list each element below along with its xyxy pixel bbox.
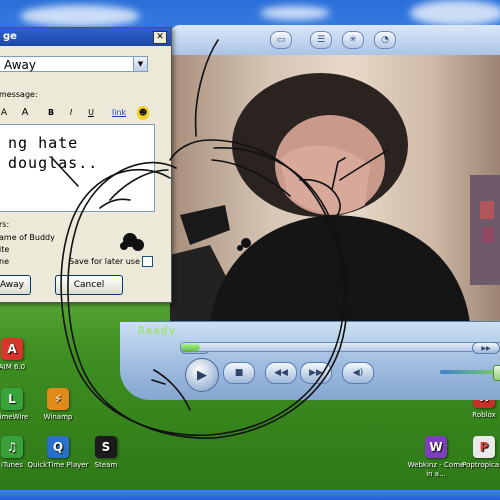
desktop-icon-poptropica[interactable]: P Poptropica... xyxy=(452,436,500,470)
itunes-icon: ♫ xyxy=(1,436,23,458)
font-size-larger-icon[interactable]: A xyxy=(19,106,31,120)
smiley-icon[interactable]: ☻ xyxy=(137,106,149,120)
desktop-icon-aim[interactable]: A AIM 6.0 xyxy=(0,338,44,372)
folder-icon[interactable]: ▭ xyxy=(270,31,292,49)
message-label: message: xyxy=(0,90,38,99)
volume-slider[interactable] xyxy=(440,365,500,381)
media-player-window: ▭ ☰ ✳ ◔ Ready ◀◀ ▶▶ xyxy=(120,25,500,400)
away-message-select[interactable]: Away ▼ xyxy=(0,56,148,72)
taskbar[interactable] xyxy=(0,490,500,500)
cloud-shape xyxy=(410,0,500,26)
video-area[interactable] xyxy=(170,55,500,323)
bold-button[interactable]: B xyxy=(45,106,57,120)
desktop: A AIM 6.0 L LimeWire ⚡ Winamp ♫ iTunes Q… xyxy=(0,0,500,500)
poptropica-icon: P xyxy=(473,436,495,458)
fast-forward-button[interactable]: ▶▶ xyxy=(472,342,500,354)
desktop-icon-label: Steam xyxy=(94,461,118,469)
mute-button[interactable]: ◀) xyxy=(342,362,374,384)
desktop-icon-label: Winamp xyxy=(43,413,73,421)
desktop-icon-steam[interactable]: S Steam xyxy=(74,436,138,470)
player-controls: Ready ◀◀ ▶▶ ▶ ■ ◀◀ ▶▶ ◀) xyxy=(120,321,500,400)
chevron-down-icon[interactable]: ▼ xyxy=(133,57,147,71)
away-button[interactable]: Away xyxy=(0,275,31,295)
away-message-text: ng hate douglas.. xyxy=(8,134,99,172)
dialog-title-bar[interactable]: ge ✕ xyxy=(0,28,171,46)
desktop-icon-label: AIM 6.0 xyxy=(0,363,26,371)
seek-bar[interactable] xyxy=(180,342,500,352)
cloud-shape xyxy=(20,5,140,27)
next-button[interactable]: ▶▶ xyxy=(300,362,332,384)
away-message-dialog: ge ✕ Away ▼ message: A A B I U link ☻ ng… xyxy=(0,27,172,303)
save-for-later-label: Save for later use xyxy=(69,257,140,266)
link-button[interactable]: link xyxy=(109,106,129,120)
playback-status: Ready xyxy=(138,324,177,337)
equalizer-icon[interactable]: ◔ xyxy=(374,31,396,49)
desktop-icon-winamp[interactable]: ⚡ Winamp xyxy=(26,388,90,422)
options-label: rs: xyxy=(0,220,10,229)
winamp-icon: ⚡ xyxy=(47,388,69,410)
font-size-smaller-icon[interactable]: A xyxy=(0,106,9,120)
cancel-button[interactable]: Cancel xyxy=(55,275,123,295)
close-icon[interactable]: ✕ xyxy=(153,31,167,44)
aim-icon: A xyxy=(1,338,23,360)
option-time[interactable]: ite xyxy=(0,245,9,254)
desktop-icon-label: Poptropica... xyxy=(462,461,500,469)
away-message-textarea[interactable]: ng hate douglas.. xyxy=(0,124,155,212)
underline-button[interactable]: U xyxy=(85,106,97,120)
previous-button[interactable]: ◀◀ xyxy=(265,362,297,384)
option-none[interactable]: ne xyxy=(0,257,9,266)
webkinz-icon: W xyxy=(425,436,447,458)
stop-button[interactable]: ■ xyxy=(223,362,255,384)
format-toolbar: A A B I U link ☻ xyxy=(0,106,153,122)
list-icon[interactable]: ☰ xyxy=(310,31,332,49)
play-button[interactable]: ▶ xyxy=(185,358,219,392)
away-message-select-value: Away xyxy=(4,58,36,72)
dialog-title: ge xyxy=(3,31,17,42)
italic-button[interactable]: I xyxy=(65,106,77,120)
player-toolbar: ▭ ☰ ✳ ◔ xyxy=(170,25,500,56)
quicktime-icon: Q xyxy=(47,436,69,458)
save-for-later-checkbox[interactable] xyxy=(142,256,153,267)
visualizer-icon[interactable]: ✳ xyxy=(342,31,364,49)
cloud-shape xyxy=(260,6,330,20)
option-screen-name[interactable]: ame of Buddy xyxy=(0,233,55,242)
steam-icon: S xyxy=(95,436,117,458)
limewire-icon: L xyxy=(1,388,23,410)
seek-progress xyxy=(181,343,201,351)
video-person-figure xyxy=(170,73,500,323)
volume-knob[interactable] xyxy=(493,365,500,381)
desktop-icon-label: Roblox xyxy=(472,411,496,419)
